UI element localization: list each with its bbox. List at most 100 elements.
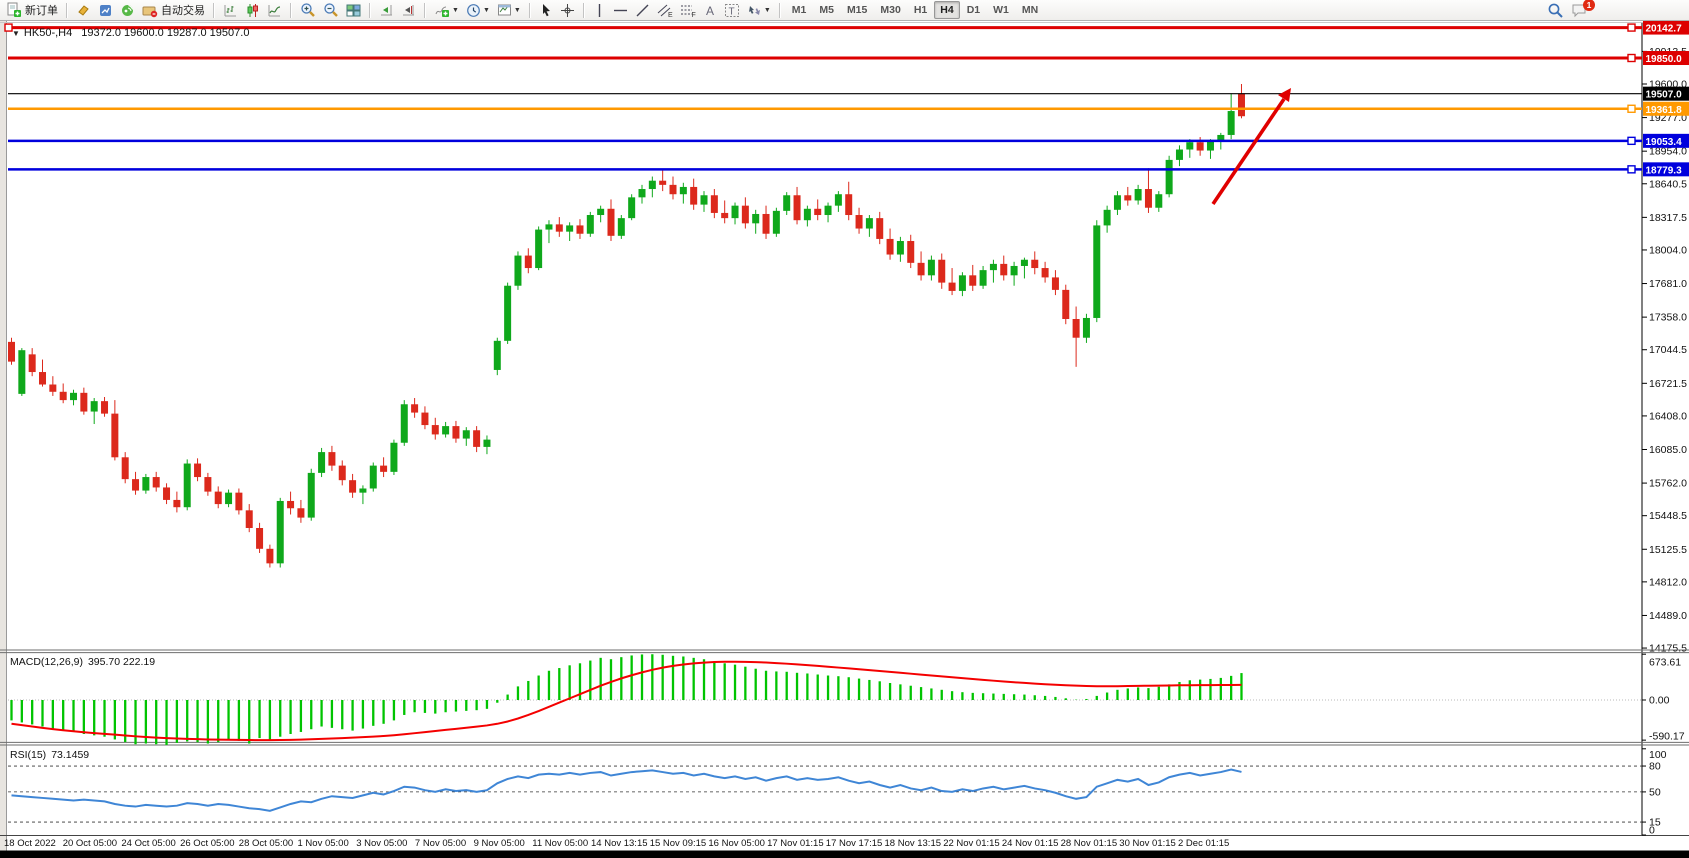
- timeframe-m1[interactable]: M1: [786, 1, 813, 19]
- chat-button[interactable]: 1: [1568, 1, 1591, 20]
- candle-body: [783, 195, 790, 211]
- horizontal-line-icon: [613, 4, 628, 17]
- text-label-button[interactable]: T: [721, 1, 743, 20]
- market-icon: [98, 3, 113, 18]
- candle-body: [1073, 319, 1080, 338]
- candle-body: [1145, 189, 1152, 208]
- chart-title: ▼HK50-,H419372.0 19600.0 19287.0 19507.0: [12, 27, 249, 39]
- svg-text:15448.5: 15448.5: [1649, 510, 1687, 522]
- line-handle[interactable]: [5, 24, 12, 31]
- chart-canvas[interactable]: 19913.519600.019277.018954.018640.518317…: [0, 0, 1689, 858]
- fibonacci-icon: F: [680, 3, 696, 18]
- horizontal-line-button[interactable]: [610, 1, 631, 20]
- rsi-indicator-label: RSI(15)73.1459: [10, 749, 94, 761]
- zoom-in-button[interactable]: [297, 1, 319, 20]
- chart-ohlc-values: 19372.0 19600.0 19287.0 19507.0: [81, 27, 249, 39]
- candle-body: [442, 426, 449, 434]
- candle-body: [690, 187, 697, 205]
- candle-body: [856, 215, 863, 229]
- auto-scroll-button[interactable]: [376, 1, 397, 20]
- shapes-button[interactable]: ▼: [744, 1, 774, 20]
- shapes-arrows-icon: [747, 3, 762, 18]
- candle-body: [235, 493, 242, 511]
- line-handle[interactable]: [1628, 105, 1635, 112]
- line-handle[interactable]: [1628, 166, 1635, 173]
- candle-body: [432, 425, 439, 434]
- time-label: 22 Nov 01:15: [943, 838, 1000, 849]
- candle-body: [732, 206, 739, 218]
- text-button[interactable]: A: [700, 1, 720, 20]
- candle-body: [1011, 266, 1018, 275]
- separator: [213, 3, 215, 18]
- candle-body: [918, 263, 925, 275]
- timeframe-h1[interactable]: H1: [908, 1, 933, 19]
- candle-body: [938, 260, 945, 283]
- svg-text:17358.0: 17358.0: [1649, 312, 1687, 324]
- text-label-icon: T: [724, 3, 740, 18]
- candle-body: [1083, 318, 1090, 338]
- timeframe-m15[interactable]: M15: [841, 1, 873, 19]
- separator: [290, 3, 292, 18]
- time-axis: 18 Oct 202220 Oct 05:0024 Oct 05:0026 Oc…: [4, 838, 1229, 849]
- price-label-text: 19507.0: [1646, 90, 1683, 101]
- chart-shift-icon: [401, 3, 416, 18]
- trendline-button[interactable]: [632, 1, 653, 20]
- timeframe-mn[interactable]: MN: [1016, 1, 1044, 19]
- svg-text:17681.0: 17681.0: [1649, 278, 1687, 290]
- candle-body: [576, 225, 583, 233]
- zoom-out-button[interactable]: [320, 1, 342, 20]
- candle-body: [876, 218, 883, 239]
- new-order-button[interactable]: 新订单: [3, 1, 61, 20]
- timeframe-m30[interactable]: M30: [874, 1, 906, 19]
- price-label-text: 19053.4: [1646, 137, 1683, 148]
- trendline-icon: [635, 3, 650, 18]
- candle-body: [1114, 195, 1121, 210]
- timeframe-m5[interactable]: M5: [813, 1, 840, 19]
- search-button[interactable]: [1544, 1, 1567, 20]
- candle-body: [8, 342, 15, 362]
- tile-windows-button[interactable]: [343, 1, 364, 20]
- candle-body: [1124, 195, 1131, 200]
- templates-icon: [497, 3, 512, 18]
- candle-body: [959, 275, 966, 291]
- signal-icon: [120, 3, 135, 18]
- auto-trading-button[interactable]: 自动交易: [139, 1, 208, 20]
- bar-chart-button[interactable]: [220, 1, 241, 20]
- periods-button[interactable]: ▼: [463, 1, 493, 20]
- candle-body: [556, 224, 563, 231]
- metaeditor-button[interactable]: [73, 1, 94, 20]
- line-chart-button[interactable]: [264, 1, 285, 20]
- chart-shift-button[interactable]: [398, 1, 419, 20]
- candlestick-chart-button[interactable]: [242, 1, 263, 20]
- line-handle[interactable]: [1628, 55, 1635, 62]
- timeframe-h4[interactable]: H4: [934, 1, 959, 19]
- line-handle[interactable]: [1628, 24, 1635, 31]
- auto-trading-icon: [142, 3, 158, 18]
- equidistant-channel-button[interactable]: E: [654, 1, 676, 20]
- vertical-line-button[interactable]: [590, 1, 609, 20]
- separator: [583, 3, 585, 18]
- indicators-button[interactable]: ▼: [431, 1, 462, 20]
- cursor-button[interactable]: [536, 1, 556, 20]
- time-label: 16 Nov 05:00: [708, 838, 765, 849]
- line-handle[interactable]: [1628, 137, 1635, 144]
- candle-body: [91, 401, 98, 411]
- price-label-text: 19850.0: [1646, 54, 1683, 65]
- window-chrome: [0, 21, 1689, 858]
- timeframe-d1[interactable]: D1: [961, 1, 986, 19]
- timeframe-w1[interactable]: W1: [987, 1, 1015, 19]
- fibonacci-button[interactable]: F: [677, 1, 699, 20]
- candle-body: [225, 493, 232, 504]
- candle-body: [835, 194, 842, 205]
- candle-body: [845, 194, 852, 215]
- bar-chart-icon: [223, 3, 238, 18]
- signal-button[interactable]: [117, 1, 138, 20]
- chart-dropdown-icon[interactable]: ▼: [12, 29, 20, 38]
- templates-button[interactable]: ▼: [494, 1, 524, 20]
- market-button[interactable]: [95, 1, 116, 20]
- chevron-down-icon: ▼: [514, 7, 521, 14]
- crosshair-button[interactable]: [557, 1, 578, 20]
- candle-body: [701, 195, 708, 204]
- svg-text:0: 0: [1649, 825, 1655, 837]
- candle-body: [349, 480, 356, 492]
